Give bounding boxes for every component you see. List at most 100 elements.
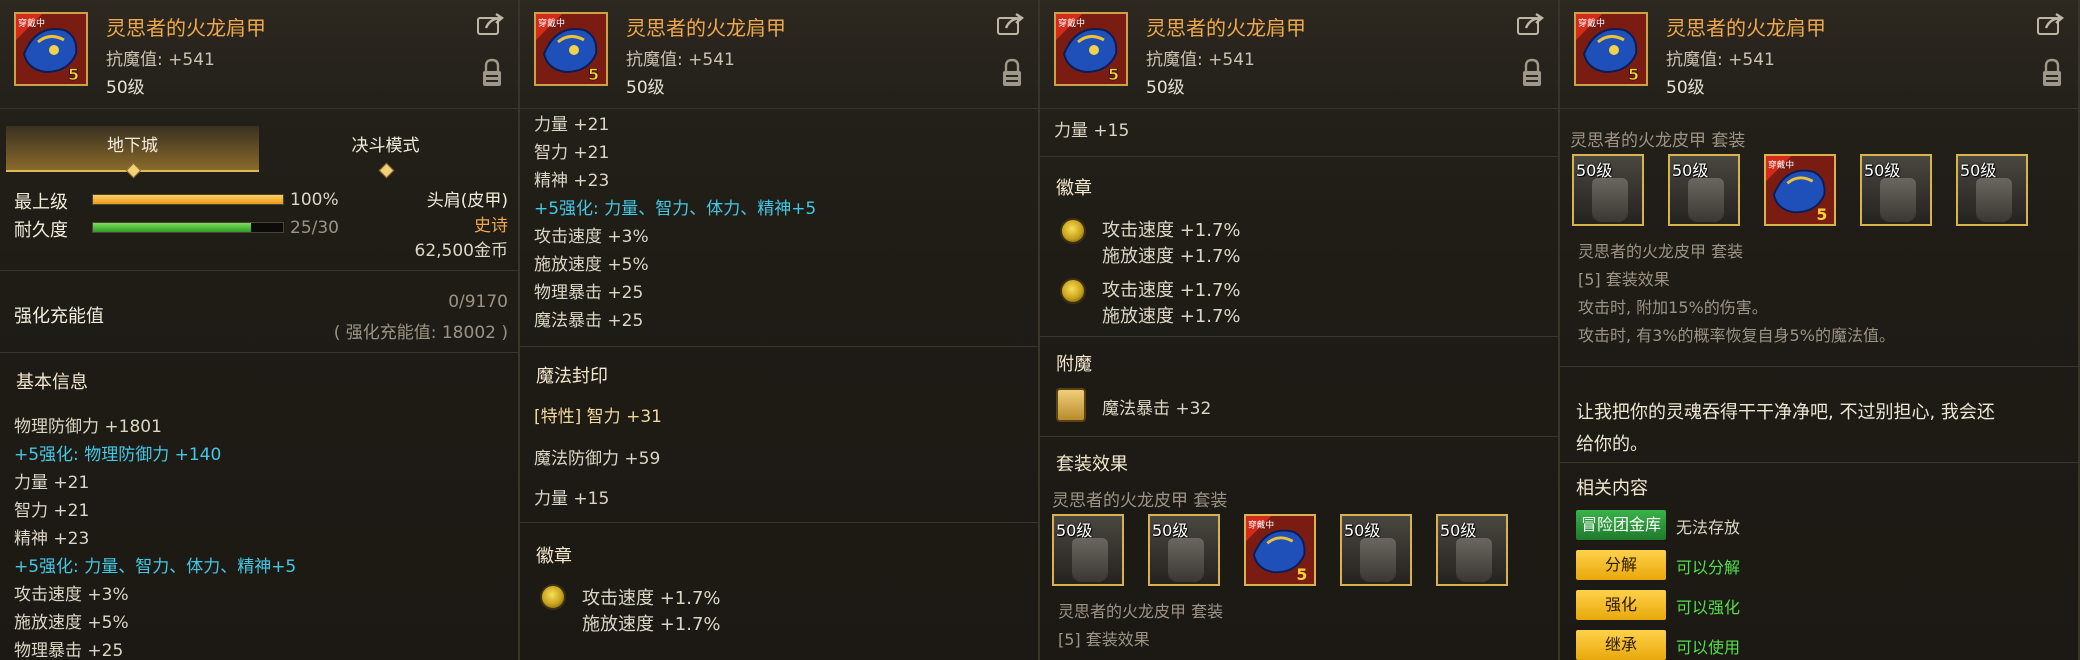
- share-icon[interactable]: [476, 12, 506, 38]
- magic-seal-title: 魔法封印: [536, 366, 608, 387]
- grade-bar-fill: [93, 195, 283, 204]
- tab-duel-mode[interactable]: 决斗模式: [259, 126, 512, 179]
- set-item-slot[interactable]: 50级: [1860, 154, 1932, 226]
- set-effect-header: [5] 套装效果: [1578, 270, 1670, 289]
- inherit-status: 可以使用: [1676, 638, 1741, 657]
- stat-line: 力量 +15: [1054, 121, 1130, 141]
- rarity: 史诗: [474, 216, 508, 236]
- equipped-badge-text: 穿戴中: [1768, 159, 1794, 171]
- armor-piece-icon: [1688, 178, 1724, 222]
- share-icon[interactable]: [1516, 12, 1546, 38]
- divider: [1040, 156, 1558, 157]
- stat-line: 攻击速度 +3%: [14, 585, 129, 605]
- tab-dungeon[interactable]: 地下城: [6, 126, 259, 179]
- tab-marker-icon: [378, 162, 394, 179]
- lock-icon[interactable]: [1520, 58, 1544, 88]
- item-header: 穿戴中 5 灵思者的火龙肩甲 抗魔值: +541 50级: [1040, 0, 1558, 109]
- emblem-medal-icon: [1060, 278, 1086, 304]
- disassemble-status: 可以分解: [1676, 558, 1741, 577]
- item-icon[interactable]: 穿戴中 5: [534, 12, 608, 86]
- stat-line: 智力 +21: [14, 501, 90, 521]
- armor-piece-icon: [1072, 538, 1108, 582]
- item-icon[interactable]: 穿戴中 5: [1574, 12, 1648, 86]
- emblem-1-line-1: 攻击速度 +1.7%: [582, 588, 721, 609]
- stat-line: +5强化: 力量、智力、体力、精神+5: [14, 557, 297, 577]
- set-item-slot[interactable]: 50级: [1572, 154, 1644, 226]
- set-effect-2: 攻击时, 有3%的概率恢复自身5%的魔法值。: [1578, 326, 1895, 345]
- equipped-badge-text: 穿戴中: [1058, 17, 1085, 29]
- set-item-slot[interactable]: 50级: [1668, 154, 1740, 226]
- item-header: 穿戴中 5 灵思者的火龙肩甲 抗魔值: +541 50级: [520, 0, 1038, 109]
- item-tooltip-panel-4: 穿戴中 5 灵思者的火龙肩甲 抗魔值: +541 50级 灵思者的火龙皮甲 套装…: [1560, 0, 2080, 660]
- stat-line: 力量 +21: [534, 115, 610, 135]
- lock-icon[interactable]: [480, 58, 504, 88]
- tab-marker-icon: [125, 162, 141, 179]
- set-effect-header: [5] 套装效果: [1058, 630, 1150, 649]
- emblem-2-line-1: 攻击速度 +1.7%: [1102, 280, 1241, 301]
- stat-line: 精神 +23: [534, 171, 610, 191]
- grade-bar: [92, 194, 284, 205]
- divider: [520, 346, 1038, 347]
- item-level: 50级: [626, 78, 665, 98]
- set-item-slot[interactable]: 穿戴中 5: [1764, 154, 1836, 226]
- tooltip-strip: 穿戴中 5 灵思者的火龙肩甲 抗魔值: +541 50级 地下城 决斗模式 最上…: [0, 0, 2080, 660]
- divider: [520, 522, 1038, 523]
- grade-value: 100%: [290, 190, 339, 210]
- armor-piece-icon: [1976, 178, 2012, 222]
- set-name: 灵思者的火龙皮甲 套装: [1570, 131, 1746, 151]
- durability-bar: [92, 222, 284, 233]
- set-item-slot[interactable]: 50级: [1340, 514, 1412, 586]
- armor-piece-icon: [1360, 538, 1396, 582]
- item-tooltip-panel-2: 穿戴中 5 灵思者的火龙肩甲 抗魔值: +541 50级 力量 +21 智力 +2…: [520, 0, 1040, 660]
- lock-icon[interactable]: [2040, 58, 2064, 88]
- stat-line: 施放速度 +5%: [14, 613, 129, 633]
- shoulder-armor-icon: 穿戴中 5: [1766, 156, 1828, 224]
- storage-status: 无法存放: [1676, 518, 1741, 537]
- item-icon[interactable]: 穿戴中 5: [14, 12, 88, 86]
- enchant-line: 魔法暴击 +32: [1102, 399, 1212, 419]
- enhance-button[interactable]: 强化: [1576, 590, 1666, 620]
- set-item-slot[interactable]: 50级: [1956, 154, 2028, 226]
- set-item-slot[interactable]: 穿戴中 5: [1244, 514, 1316, 586]
- inherit-button[interactable]: 继承: [1576, 630, 1666, 660]
- set-item-slot[interactable]: 50级: [1052, 514, 1124, 586]
- stat-line: +5强化: 力量、智力、体力、精神+5: [534, 199, 817, 219]
- tier-number: 5: [1628, 65, 1639, 84]
- item-header: 穿戴中 5 灵思者的火龙肩甲 抗魔值: +541 50级: [1560, 0, 2078, 109]
- price: 62,500金币: [414, 241, 508, 261]
- set-effect-title: 套装效果: [1056, 454, 1128, 475]
- share-icon[interactable]: [2036, 12, 2066, 38]
- guild-storage-button[interactable]: 冒险团金库: [1576, 510, 1666, 540]
- armor-piece-icon: [1456, 538, 1492, 582]
- tab-dungeon-label: 地下城: [107, 136, 158, 156]
- share-icon[interactable]: [996, 12, 1026, 38]
- item-name: 灵思者的火龙肩甲: [1146, 16, 1306, 40]
- emblem-1-line-2: 施放速度 +1.7%: [582, 614, 721, 635]
- lock-icon[interactable]: [1000, 58, 1024, 88]
- tier-number: 5: [1817, 206, 1828, 224]
- emblem-title: 徽章: [1056, 178, 1092, 199]
- divider: [1560, 462, 2078, 463]
- disassemble-button[interactable]: 分解: [1576, 550, 1666, 580]
- item-icon[interactable]: 穿戴中 5: [1054, 12, 1128, 86]
- set-item-slot[interactable]: 50级: [1148, 514, 1220, 586]
- shoulder-armor-icon: 穿戴中 5: [1056, 14, 1126, 84]
- stat-line: 物理暴击 +25: [14, 641, 124, 660]
- flavor-text-line-2: 给你的。: [1576, 434, 1648, 455]
- magic-resist-stat: 抗魔值: +541: [1146, 50, 1255, 70]
- durability-value: 25/30: [290, 218, 339, 238]
- emblem-medal-icon: [540, 584, 566, 610]
- divider: [1040, 436, 1558, 437]
- set-item-slot[interactable]: 50级: [1436, 514, 1508, 586]
- stat-line: +5强化: 物理防御力 +140: [14, 445, 222, 465]
- stat-line: 精神 +23: [14, 529, 90, 549]
- equipped-badge-text: 穿戴中: [538, 17, 565, 29]
- stat-line: 魔法暴击 +25: [534, 311, 644, 331]
- tier-number: 5: [68, 65, 79, 84]
- item-level: 50级: [1666, 78, 1705, 98]
- item-level: 50级: [1146, 78, 1185, 98]
- enhance-charge-total: ( 强化充能值: 18002 ): [333, 323, 508, 343]
- item-level: 50级: [106, 78, 145, 98]
- related-title: 相关内容: [1576, 478, 1648, 499]
- basic-info-title: 基本信息: [16, 372, 88, 393]
